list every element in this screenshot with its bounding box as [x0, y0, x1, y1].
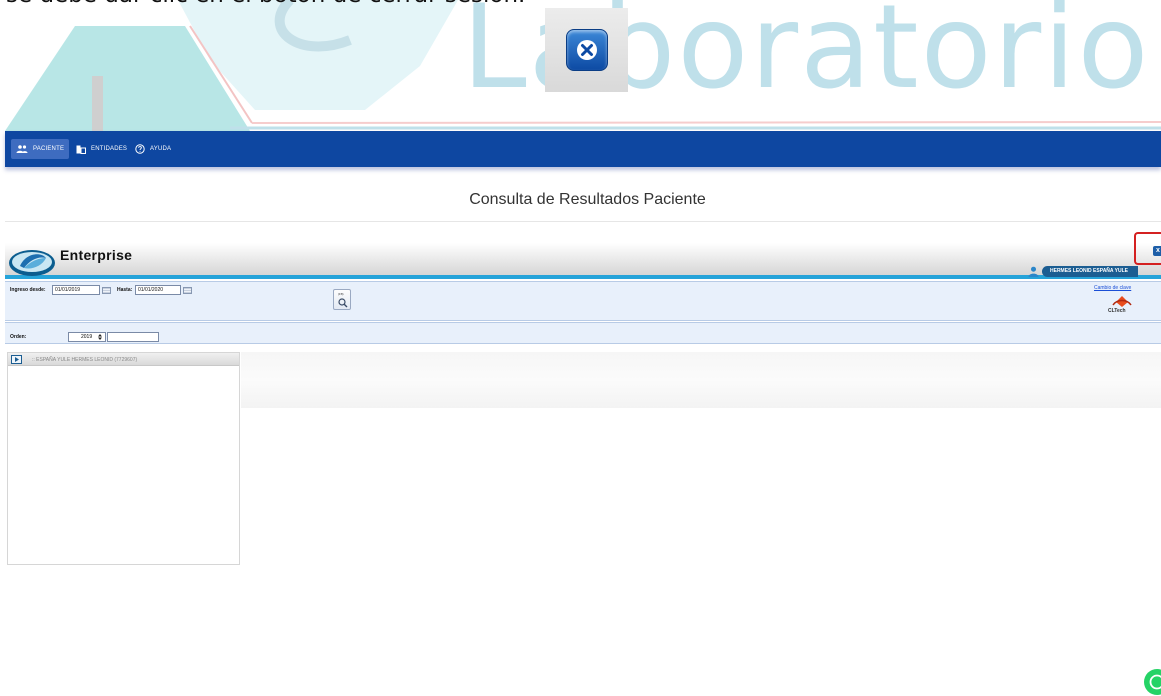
people-icon	[16, 145, 28, 153]
nav-item-label: PACIENTE	[33, 146, 65, 152]
order-bar: Orden: 2019	[5, 322, 1161, 344]
ingreso-desde-input[interactable]: 01/01/2019	[52, 285, 100, 295]
nav-item-entidades[interactable]: ENTIDADES	[71, 139, 132, 159]
enterprise-name: Enterprise	[60, 247, 133, 263]
user-badge: HERMES LEONID ESPAÑA YULE	[1028, 265, 1138, 277]
user-icon	[1028, 266, 1039, 277]
page-root: se debe dar clic en el botón de cerrar s…	[0, 0, 1161, 696]
user-name: HERMES LEONID ESPAÑA YULE	[1042, 265, 1138, 277]
building-icon	[76, 145, 86, 154]
logout-button[interactable]: x	[1153, 246, 1161, 256]
select-arrows-icon	[98, 334, 102, 340]
enterprise-logo	[9, 250, 55, 276]
calendar-icon[interactable]	[102, 287, 111, 294]
nav-item-label: ENTIDADES	[91, 146, 128, 152]
page-title: Consulta de Resultados Paciente	[469, 191, 706, 208]
main-nav: PACIENTE ENTIDADES AYUDA	[5, 131, 1161, 167]
search-shortcut-label: (F8)	[338, 292, 344, 296]
title-divider	[5, 221, 1161, 222]
order-number-input[interactable]	[107, 332, 159, 342]
whatsapp-icon	[1149, 674, 1161, 690]
patient-tree-header[interactable]: :: ESPAÑA YULE HERMES LEONID (7729607)	[8, 353, 239, 366]
whatsapp-button[interactable]	[1144, 669, 1161, 695]
nav-item-paciente[interactable]: PACIENTE	[11, 139, 70, 159]
help-circle-icon	[135, 144, 145, 154]
nav-item-label: AYUDA	[150, 146, 172, 152]
calendar-icon[interactable]	[183, 287, 192, 294]
patient-entry[interactable]: :: ESPAÑA YULE HERMES LEONID (7729607)	[32, 357, 137, 363]
play-icon	[15, 357, 19, 362]
hasta-input[interactable]: 01/01/2020	[135, 285, 181, 295]
results-panel	[241, 352, 1161, 408]
search-icon	[338, 298, 348, 308]
banner-line-horizontal	[251, 121, 1161, 124]
banner-bar	[92, 76, 103, 131]
patient-tree-panel: :: ESPAÑA YULE HERMES LEONID (7729607)	[7, 352, 240, 565]
nav-item-ayuda[interactable]: AYUDA	[130, 139, 176, 159]
ingreso-desde-label: Ingreso desde:	[10, 287, 46, 293]
enterprise-header: Enterprise HERMES LEONID ESPAÑA YULE	[5, 243, 1161, 279]
cltech-brand: CLTech	[1108, 308, 1126, 314]
search-button[interactable]: (F8)	[333, 289, 351, 310]
filter-bar: Ingreso desde: 01/01/2019 Hasta: 01/01/2…	[5, 281, 1161, 321]
expand-button[interactable]	[11, 355, 22, 364]
header-banner: se debe dar clic en el botón de cerrar s…	[0, 0, 1161, 131]
cambio-clave-link[interactable]: Cambio de clave	[1094, 285, 1131, 291]
hasta-label: Hasta:	[117, 287, 133, 293]
orden-label: Orden:	[10, 334, 27, 340]
banner-caption: se debe dar clic en el botón de cerrar s…	[6, 0, 525, 8]
logout-button-large[interactable]	[545, 8, 628, 92]
close-icon	[565, 29, 608, 71]
